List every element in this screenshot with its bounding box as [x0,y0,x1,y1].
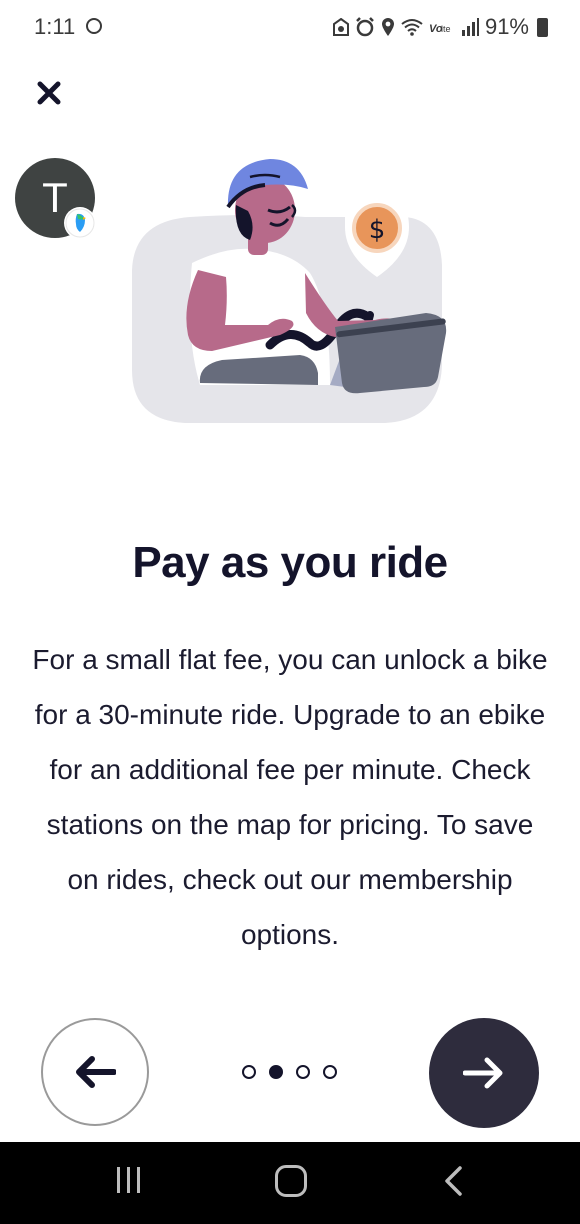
page-dot-3[interactable] [296,1065,310,1079]
next-button[interactable] [429,1018,539,1128]
arrow-left-icon [76,1056,116,1088]
close-button[interactable] [32,76,66,110]
page-description: For a small flat fee, you can unlock a b… [32,644,548,950]
location-icon [381,18,394,36]
close-icon [37,81,61,105]
home-icon[interactable] [275,1165,307,1197]
arrow-right-icon [463,1057,503,1089]
back-icon[interactable] [440,1165,468,1197]
svg-text:lte: lte [441,24,451,34]
previous-button[interactable] [41,1018,149,1126]
globe-icon [86,18,102,34]
page-title: Pay as you ride [132,538,448,587]
volte-icon: Volte [429,23,451,35]
signal-icon [461,18,479,36]
status-time: 1:11 [34,14,76,39]
page-dot-4[interactable] [323,1065,337,1079]
parrot-badge-icon [64,207,96,239]
battery-percent: 91% [484,14,529,39]
alarm-icon [356,17,374,37]
sync-icon [332,18,349,36]
svg-text:$: $ [369,215,386,245]
hero-illustration: $ [132,159,447,423]
wifi-icon [401,19,423,36]
battery-icon [537,17,548,37]
page-dot-1[interactable] [242,1065,256,1079]
page-indicator [240,1065,340,1081]
recents-icon[interactable] [114,1165,144,1195]
status-bar: 1:11 Vo lte 91% [0,0,580,56]
status-icons: Vo lte 91% [332,14,548,40]
page-dot-2[interactable] [269,1065,283,1079]
